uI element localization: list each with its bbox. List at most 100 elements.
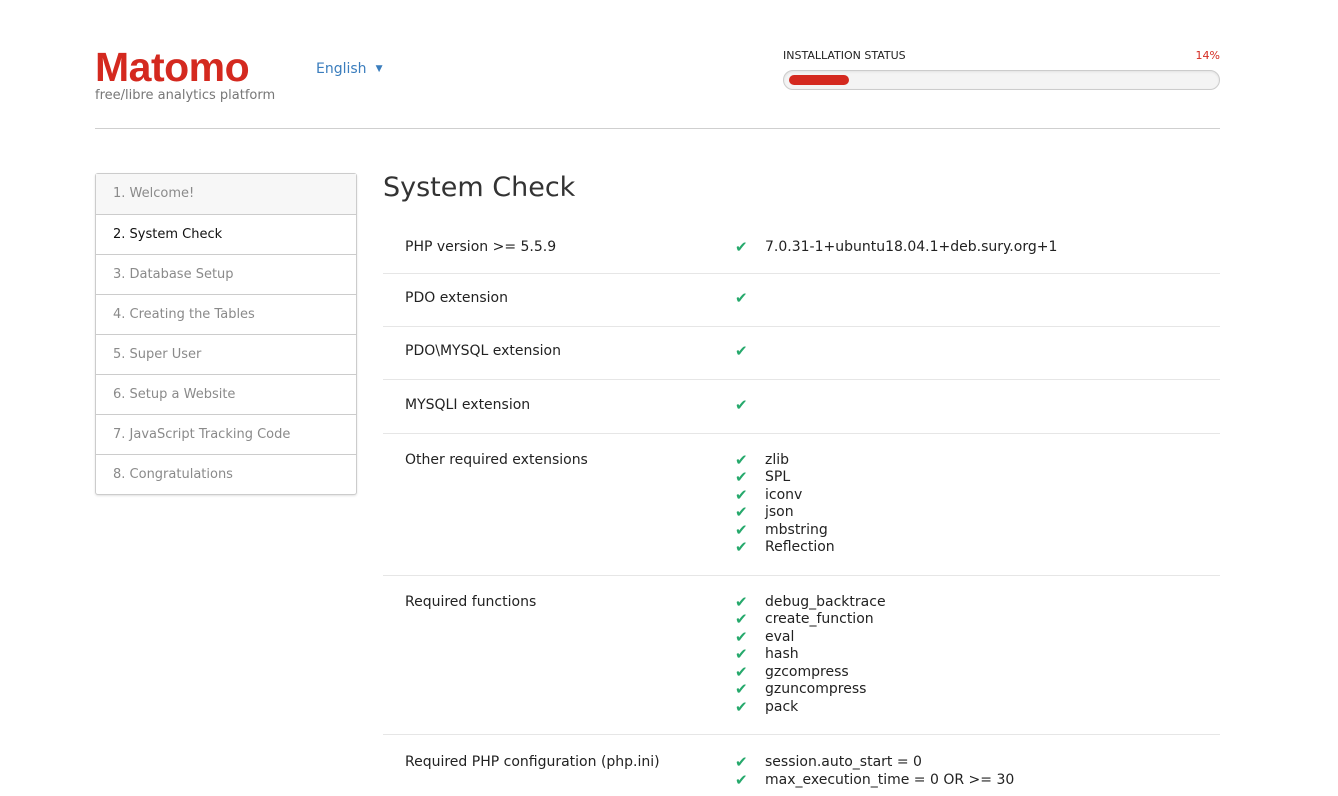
- check-value-text: json: [765, 504, 794, 520]
- check-value-item: ✔ mbstring: [735, 520, 1220, 540]
- check-icon: ✔: [735, 680, 748, 699]
- main-content: System Check PHP version >= 5.5.9 ✔ 7.0.31…: [383, 170, 1220, 796]
- check-label: Required PHP configuration (php.ini): [405, 754, 660, 770]
- system-check-table: PHP version >= 5.5.9 ✔ 7.0.31-1+ubuntu18.0…: [383, 223, 1220, 796]
- check-icon: ✔: [735, 610, 748, 629]
- check-icon: ✔: [735, 662, 748, 681]
- check-value-item: ✔: [735, 395, 1220, 414]
- check-value-text: Reflection: [765, 539, 835, 555]
- check-label: Required functions: [405, 593, 537, 610]
- check-icon: ✔: [735, 697, 748, 716]
- check-value-item: ✔ debug_backtrace: [735, 592, 1220, 612]
- page-title: System Check: [383, 172, 576, 203]
- check-label: Other required extensions: [405, 451, 588, 468]
- check-icon: ✔: [735, 645, 748, 664]
- check-value-item: ✔ zlib: [735, 450, 1220, 470]
- check-icon: ✔: [735, 468, 748, 487]
- page: Matomo free/libre analytics platform Eng…: [0, 0, 1338, 796]
- check-label: PDO\MYSQL extension: [405, 342, 561, 359]
- check-icon: ✔: [735, 627, 748, 646]
- step-item: 5. Super User: [96, 334, 356, 374]
- installation-steps-menu: 1. Welcome! 2. System Check 3. Database Se…: [95, 173, 357, 495]
- caret-down-icon: ▼: [375, 64, 383, 74]
- check-value-item: ✔ 7.0.31-1+ubuntu18.04.1+deb.sury.org+1: [735, 239, 1220, 257]
- check-icon: ✔: [735, 538, 748, 557]
- check-icon: ✔: [735, 450, 748, 469]
- check-icon: ✔: [735, 395, 748, 414]
- step-item: 7. JavaScript Tracking Code: [96, 414, 356, 454]
- header-divider: [95, 128, 1220, 129]
- check-row: PHP version >= 5.5.9 ✔ 7.0.31-1+ubuntu18.0…: [383, 223, 1220, 274]
- status-title: INSTALLATION STATUS: [783, 49, 906, 62]
- logo-tagline: free/libre analytics platform: [95, 88, 276, 103]
- check-row: PDO\MYSQL extension ✔: [383, 327, 1220, 380]
- check-value-item: ✔ json: [735, 504, 1220, 522]
- check-value-text: debug_backtrace: [765, 593, 886, 610]
- check-value-text: create_function: [765, 611, 874, 627]
- check-value-item: ✔: [735, 288, 1220, 307]
- check-row: Other required extensions ✔ zlib ✔ SPL ✔ iconv…: [383, 434, 1220, 576]
- check-row: Required functions ✔ debug_backtrace ✔ creat…: [383, 576, 1220, 735]
- check-value-item: ✔ hash: [735, 646, 1220, 664]
- language-label: English: [316, 61, 367, 77]
- check-values: ✔: [713, 395, 1220, 414]
- check-value-text: gzuncompress: [765, 681, 867, 697]
- check-value-text: iconv: [765, 486, 803, 503]
- check-icon: ✔: [735, 341, 748, 360]
- check-icon: ✔: [735, 288, 748, 307]
- language-selector[interactable]: English ▼: [316, 61, 382, 77]
- check-icon: ✔: [735, 520, 748, 539]
- check-values: ✔ zlib ✔ SPL ✔ iconv ✔ json ✔ mbstring ✔ Reflection: [713, 450, 1220, 557]
- check-value-text: 7.0.31-1+ubuntu18.04.1+deb.sury.org+1: [765, 239, 1058, 255]
- check-icon: ✔: [735, 592, 748, 611]
- check-row: Required PHP configuration (php.ini) ✔ ses…: [383, 735, 1220, 796]
- step-item: 3. Database Setup: [96, 254, 356, 294]
- check-value-item: ✔ eval: [735, 627, 1220, 647]
- check-value-item: ✔ max_execution_time = 0 OR >= 30: [735, 770, 1220, 790]
- step-item: 1. Welcome!: [96, 174, 356, 214]
- check-label: PHP version >= 5.5.9: [405, 239, 557, 255]
- check-value-text: max_execution_time = 0 OR >= 30: [765, 771, 1015, 788]
- check-value-text: session.auto_start = 0: [765, 754, 922, 770]
- check-value-text: SPL: [765, 469, 791, 485]
- check-value-item: ✔ iconv: [735, 485, 1220, 505]
- progress-fill: [789, 75, 849, 85]
- progress-bar: [783, 70, 1220, 90]
- status-percent: 14%: [1195, 49, 1220, 62]
- step-item: 6. Setup a Website: [96, 374, 356, 414]
- check-value-item: ✔ create_function: [735, 611, 1220, 629]
- logo-wordmark: Matomo: [95, 44, 250, 90]
- check-value-text: hash: [765, 646, 799, 662]
- check-value-item: ✔ gzcompress: [735, 662, 1220, 682]
- check-row: MYSQLI extension ✔: [383, 380, 1220, 434]
- step-item: 8. Congratulations: [96, 454, 356, 494]
- check-value-item: ✔ session.auto_start = 0: [735, 754, 1220, 772]
- check-value-text: pack: [765, 698, 799, 715]
- check-icon: ✔: [735, 503, 748, 522]
- check-icon: ✔: [735, 753, 748, 772]
- check-icon: ✔: [735, 238, 748, 257]
- check-label: MYSQLI extension: [405, 396, 531, 413]
- check-values: ✔ debug_backtrace ✔ create_function ✔ eval ✔ ha…: [713, 592, 1220, 717]
- check-values: ✔: [713, 288, 1220, 307]
- check-value-text: eval: [765, 628, 795, 645]
- check-value-text: gzcompress: [765, 663, 849, 680]
- check-value-text: zlib: [765, 451, 790, 468]
- check-values: ✔ 7.0.31-1+ubuntu18.04.1+deb.sury.org+1: [713, 239, 1220, 257]
- check-value-item: ✔ gzuncompress: [735, 681, 1220, 699]
- matomo-logo[interactable]: Matomo free/libre analytics platform: [95, 44, 295, 103]
- check-value-text: mbstring: [765, 521, 828, 538]
- check-value-item: ✔ SPL: [735, 469, 1220, 487]
- step-item: 4. Creating the Tables: [96, 294, 356, 334]
- check-values: ✔ session.auto_start = 0 ✔ max_execution_ti…: [713, 754, 1220, 789]
- check-icon: ✔: [735, 770, 748, 789]
- check-label: PDO extension: [405, 289, 508, 306]
- check-icon: ✔: [735, 485, 748, 504]
- step-item: 2. System Check: [96, 214, 356, 254]
- check-value-item: ✔: [735, 341, 1220, 360]
- check-row: PDO extension ✔: [383, 274, 1220, 327]
- check-value-item: ✔ pack: [735, 697, 1220, 717]
- installation-status: INSTALLATION STATUS 14%: [783, 49, 1220, 90]
- check-values: ✔: [713, 341, 1220, 360]
- check-value-item: ✔ Reflection: [735, 539, 1220, 557]
